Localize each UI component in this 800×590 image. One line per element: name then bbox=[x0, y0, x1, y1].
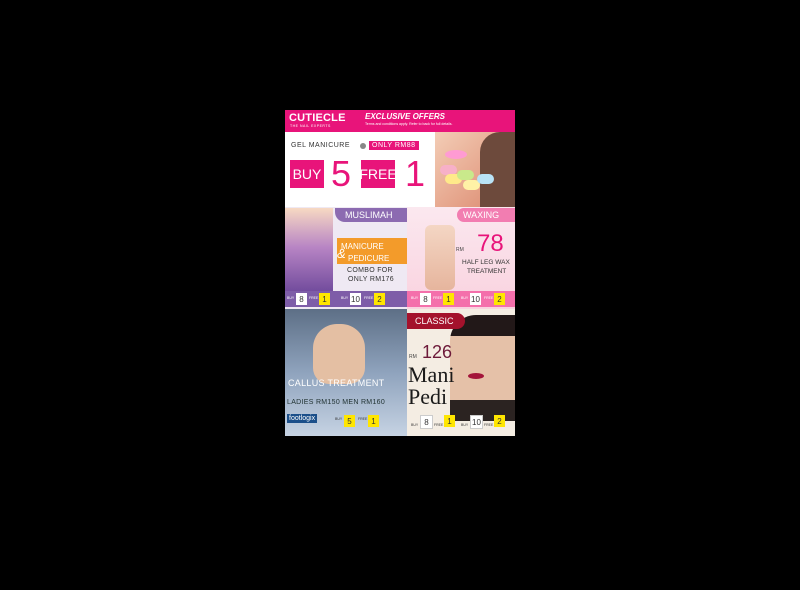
offer-buy-qty: 10 bbox=[470, 293, 481, 305]
offer-free-label: FREE bbox=[364, 296, 374, 300]
combo-pedicure-text: PEDICURE bbox=[348, 254, 390, 263]
offer-buy-label: BUY bbox=[335, 417, 343, 421]
combo-desc-2: ONLY RM176 bbox=[348, 276, 394, 283]
classic-word-mani: Mani bbox=[408, 362, 455, 387]
offer-buy-qty: 5 bbox=[344, 415, 355, 427]
offer-buy-qty: 8 bbox=[420, 293, 431, 305]
model-hair-image bbox=[480, 132, 515, 207]
offer-free-qty: 1 bbox=[444, 415, 455, 427]
offer-buy-label: BUY bbox=[461, 296, 469, 300]
waxing-title: WAXING bbox=[463, 210, 500, 220]
offer-buy-label: BUY bbox=[411, 423, 419, 427]
offer-buy-qty: 8 bbox=[420, 415, 433, 429]
waxing-price: 78 bbox=[477, 230, 504, 257]
waxing-desc-2: TREATMENT bbox=[467, 268, 507, 275]
offer-free-label: FREE bbox=[434, 423, 444, 427]
classic-word-pedi: Pedi bbox=[408, 384, 448, 409]
offer-free-qty: 1 bbox=[443, 293, 454, 305]
offer-free-label: FREE bbox=[484, 296, 494, 300]
macaron-image bbox=[457, 170, 474, 180]
offer-buy-qty: 10 bbox=[350, 293, 361, 305]
model-portrait-image bbox=[450, 315, 515, 421]
combo-ampersand: & bbox=[337, 246, 346, 261]
offer-buy-label: BUY bbox=[287, 296, 295, 300]
model-lips bbox=[468, 373, 484, 379]
offer-free-label: FREE bbox=[358, 417, 368, 421]
brand-tagline: THE NAIL EXPERTS bbox=[290, 124, 331, 128]
offer-buy-qty: 10 bbox=[470, 415, 483, 429]
bullet-icon bbox=[360, 143, 366, 149]
offer-buy-label: BUY bbox=[341, 296, 349, 300]
legs-image bbox=[425, 225, 455, 290]
buy-quantity: 5 bbox=[331, 153, 352, 194]
offer-free-qty: 2 bbox=[494, 415, 505, 427]
classic-price: 126 bbox=[422, 342, 453, 362]
free-label: FREE bbox=[359, 160, 397, 188]
offer-free-qty: 2 bbox=[374, 293, 385, 305]
foot-image bbox=[313, 324, 365, 384]
offer-free-qty: 1 bbox=[319, 293, 330, 305]
macaron-image bbox=[477, 174, 494, 184]
model-eye-makeup bbox=[445, 150, 467, 159]
waxing-desc-1: HALF LEG WAX bbox=[462, 259, 510, 266]
gel-price-badge: ONLY RM88 bbox=[369, 141, 419, 150]
callus-title: CALLUS TREATMENT bbox=[288, 378, 385, 388]
free-quantity: 1 bbox=[405, 153, 426, 194]
offer-buy-label: BUY bbox=[461, 423, 469, 427]
offers-title: EXCLUSIVE OFFERS bbox=[365, 112, 446, 121]
brand-logo: CUTIECLE bbox=[289, 112, 346, 124]
gel-manicure-label: GEL MANICURE bbox=[291, 142, 351, 149]
offer-free-label: FREE bbox=[484, 423, 494, 427]
offer-buy-label: BUY bbox=[411, 296, 419, 300]
women-image bbox=[285, 208, 333, 296]
offer-free-label: FREE bbox=[433, 296, 443, 300]
classic-currency: RM bbox=[409, 354, 417, 360]
combo-manicure-text: MANICURE bbox=[341, 242, 384, 251]
classic-title: CLASSIC bbox=[415, 316, 454, 326]
footlogix-logo: footlogix bbox=[287, 414, 318, 423]
offer-buy-qty: 8 bbox=[296, 293, 307, 305]
callus-prices: LADIES RM150 MEN RM160 bbox=[287, 399, 386, 406]
offer-free-qty: 1 bbox=[368, 415, 379, 427]
muslimah-title: MUSLIMAH bbox=[345, 210, 393, 220]
offers-flyer: CUTIECLE THE NAIL EXPERTS EXCLUSIVE OFFE… bbox=[285, 110, 515, 436]
terms-note: Terms and conditions apply. Refer to bac… bbox=[365, 122, 453, 126]
waxing-currency: RM bbox=[456, 247, 464, 253]
combo-desc-1: COMBO FOR bbox=[347, 267, 393, 274]
offer-free-label: FREE bbox=[309, 296, 319, 300]
offer-free-qty: 2 bbox=[494, 293, 505, 305]
buy-label: BUY bbox=[290, 160, 324, 188]
